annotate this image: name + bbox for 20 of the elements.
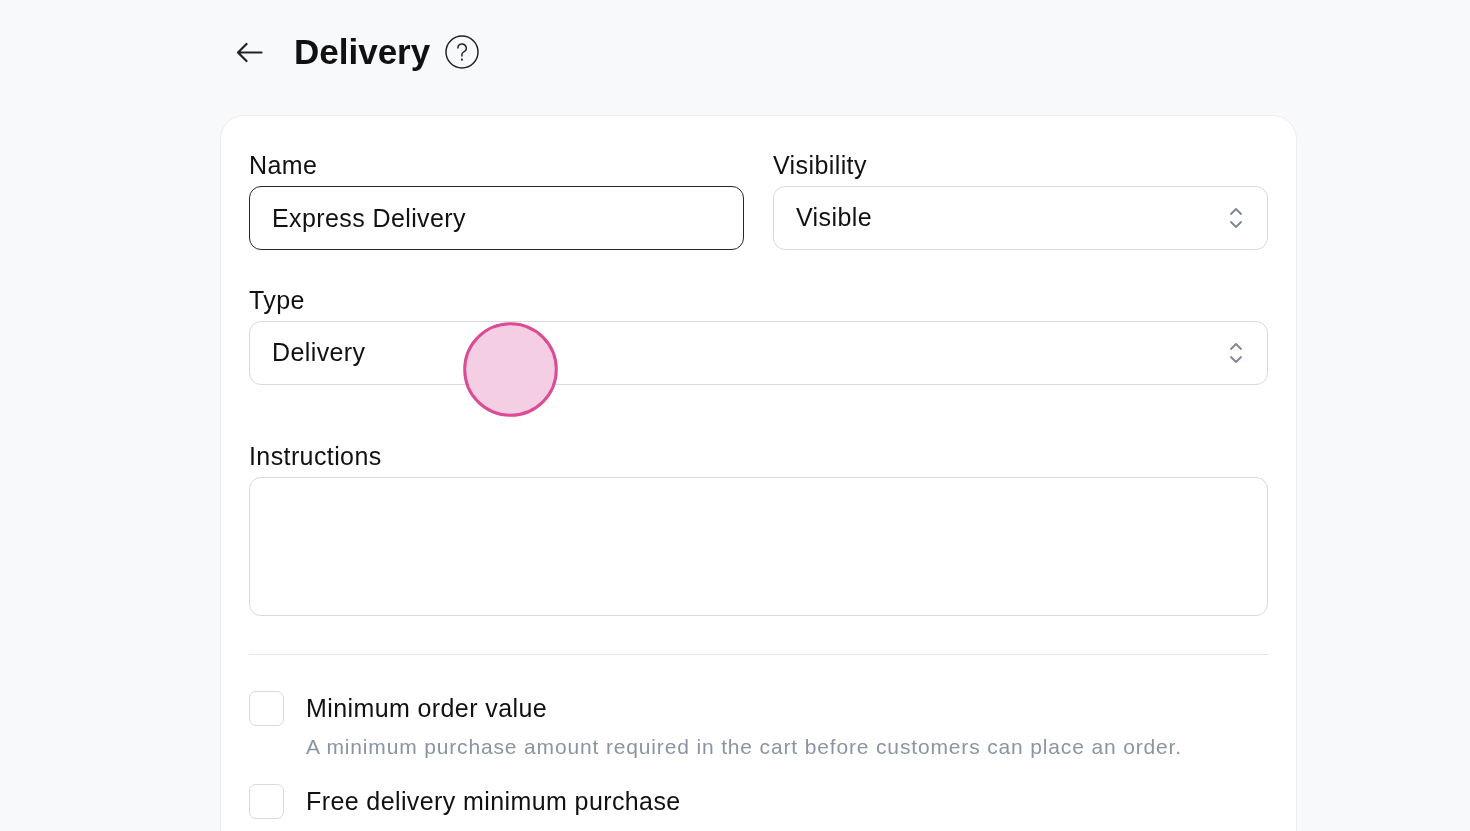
checkbox[interactable] (249, 691, 284, 726)
page-title: Delivery (294, 31, 431, 73)
field-label: Type (249, 286, 305, 314)
field-label: Visibility (773, 151, 867, 179)
select-dropdown[interactable]: Visible (773, 186, 1268, 250)
chevron-up-down-icon (1229, 342, 1243, 364)
chevron-up-down-icon (1229, 207, 1243, 229)
textarea-field[interactable] (249, 477, 1268, 616)
help-icon[interactable] (445, 35, 480, 69)
click-indicator-icon (463, 322, 558, 417)
text-input[interactable]: Express Delivery (249, 186, 744, 250)
field-label: Instructions (249, 442, 382, 470)
option-description: A minimum purchase amount required in the cart before customers can place an order. (306, 734, 1182, 760)
checkbox-label: Free delivery minimum purchase (306, 786, 681, 817)
back-button[interactable] (235, 40, 263, 64)
checkbox-label: Minimum order value (306, 693, 547, 724)
select-dropdown[interactable]: Delivery (249, 321, 1268, 385)
checkbox[interactable] (249, 784, 284, 819)
field-label: Name (249, 151, 318, 179)
back-arrow-icon (235, 41, 263, 63)
